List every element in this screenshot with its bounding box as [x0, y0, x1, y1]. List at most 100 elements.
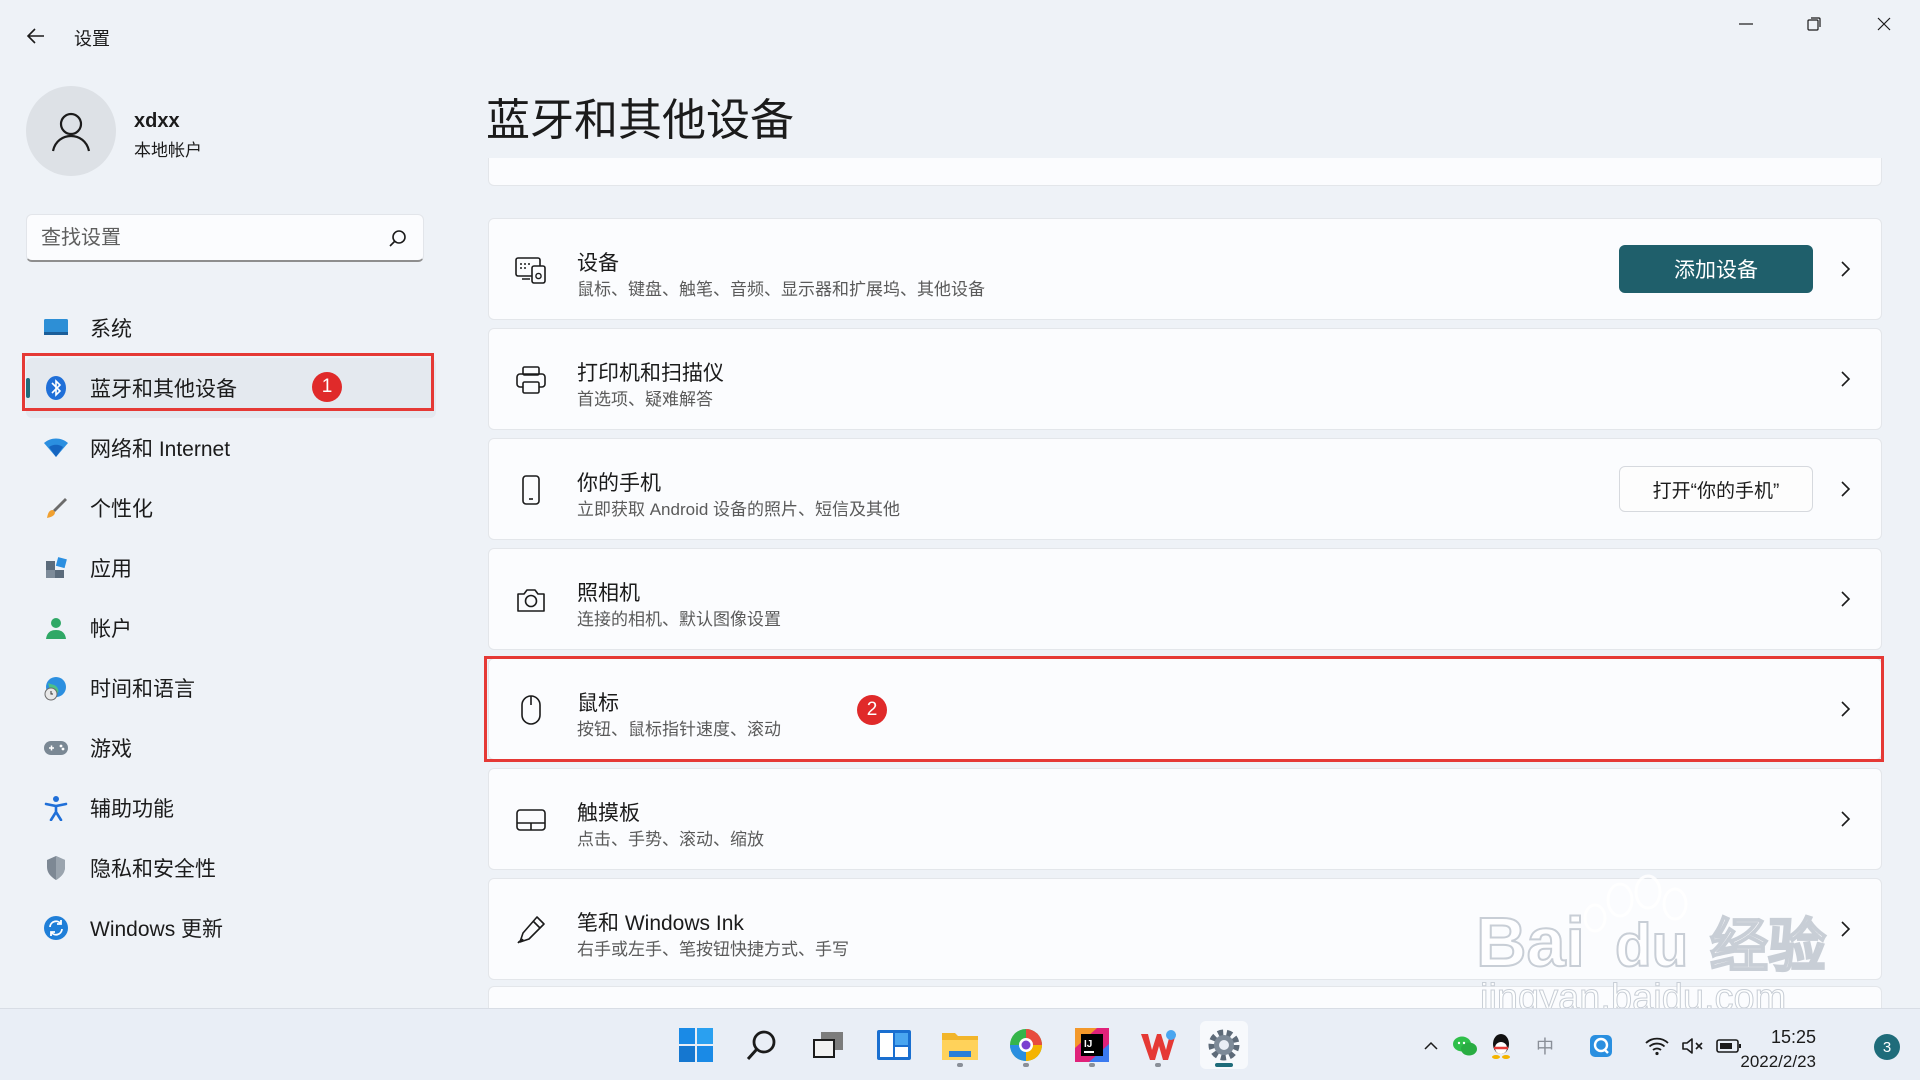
- intellij-icon: IJ: [1075, 1028, 1109, 1062]
- brush-icon: [42, 494, 70, 522]
- sidebar-item-privacy[interactable]: 隐私和安全性: [26, 838, 436, 898]
- search-icon: [746, 1030, 776, 1061]
- running-indicator: [1215, 1063, 1233, 1067]
- browser-button[interactable]: [1002, 1021, 1050, 1069]
- widgets-button[interactable]: [870, 1021, 918, 1069]
- settings-icon: [1208, 1029, 1240, 1061]
- wps-button[interactable]: [1134, 1021, 1182, 1069]
- taskbar: IJ 中 15:25 2022/2/23 3: [0, 1008, 1920, 1080]
- taskbar-search-button[interactable]: [738, 1021, 786, 1069]
- apps-icon: [42, 554, 70, 582]
- intellij-button[interactable]: IJ: [1068, 1021, 1116, 1069]
- card-title: 笔和 Windows Ink: [577, 912, 744, 935]
- wechat-icon: [1453, 1036, 1477, 1056]
- sidebar-item-apps[interactable]: 应用: [26, 538, 436, 598]
- sidebar-item-label: 辅助功能: [90, 798, 174, 821]
- sidebar-item-accounts[interactable]: 帐户: [26, 598, 436, 658]
- qq-browser-icon: [1590, 1035, 1612, 1057]
- card-devices[interactable]: 设备 鼠标、键盘、触笔、音频、显示器和扩展坞、其他设备 添加设备: [488, 218, 1882, 320]
- show-hidden-icons-button[interactable]: [1418, 1033, 1444, 1059]
- wechat-tray-button[interactable]: [1452, 1033, 1478, 1059]
- add-device-button[interactable]: 添加设备: [1619, 245, 1813, 293]
- settings-taskbar-button[interactable]: [1200, 1021, 1248, 1069]
- svg-text:IJ: IJ: [1084, 1039, 1092, 1050]
- restore-button[interactable]: [1784, 6, 1844, 42]
- restore-icon: [1807, 17, 1821, 31]
- battery-button[interactable]: [1716, 1033, 1742, 1059]
- running-indicator: [1089, 1063, 1095, 1067]
- close-button[interactable]: [1854, 6, 1914, 42]
- camera-icon: [513, 582, 549, 618]
- running-indicator: [957, 1063, 963, 1067]
- card-subtitle: 右手或左手、笔按钮快捷方式、手写: [577, 940, 849, 959]
- chevron-right-icon: [1841, 591, 1851, 607]
- task-view-icon: [813, 1032, 843, 1058]
- account-icon: [42, 614, 70, 642]
- search-input[interactable]: [41, 223, 381, 253]
- file-explorer-icon: [942, 1033, 978, 1060]
- file-explorer-button[interactable]: [936, 1021, 984, 1069]
- start-button[interactable]: [672, 1021, 720, 1069]
- user-icon: [51, 112, 91, 152]
- shield-icon: [42, 854, 70, 882]
- update-icon: [42, 914, 70, 942]
- sidebar-item-label: 应用: [90, 558, 132, 581]
- card-printers[interactable]: 打印机和扫描仪 首选项、疑难解答: [488, 328, 1882, 430]
- sidebar-item-label: 隐私和安全性: [90, 858, 216, 881]
- page-title: 蓝牙和其他设备: [486, 96, 794, 145]
- chevron-up-icon: [1424, 1041, 1438, 1050]
- network-status-button[interactable]: [1644, 1033, 1670, 1059]
- qq-icon: [1492, 1034, 1510, 1059]
- input-method-indicator[interactable]: 中: [1532, 1033, 1558, 1059]
- volume-button[interactable]: [1680, 1033, 1706, 1059]
- card-pen-windows-ink[interactable]: 笔和 Windows Ink 右手或左手、笔按钮快捷方式、手写: [488, 878, 1882, 980]
- clock-date[interactable]: 2022/2/23: [1740, 1052, 1816, 1072]
- card-your-phone[interactable]: 你的手机 立即获取 Android 设备的照片、短信及其他 打开“你的手机”: [488, 438, 1882, 540]
- qq-browser-tray-button[interactable]: [1588, 1033, 1614, 1059]
- sidebar-item-label: 游戏: [90, 738, 132, 761]
- annotation-badge-2: 2: [857, 695, 887, 725]
- card-title: 你的手机: [577, 472, 661, 495]
- sidebar-item-gaming[interactable]: 游戏: [26, 718, 436, 778]
- card-subtitle: 立即获取 Android 设备的照片、短信及其他: [577, 500, 901, 519]
- notification-count-badge[interactable]: 3: [1874, 1034, 1900, 1060]
- pen-icon: [513, 912, 549, 948]
- sidebar-item-network[interactable]: 网络和 Internet: [26, 418, 436, 478]
- card-subtitle: 点击、手势、滚动、缩放: [577, 830, 764, 849]
- clock-time[interactable]: 15:25: [1771, 1027, 1816, 1048]
- sidebar-item-personalization[interactable]: 个性化: [26, 478, 436, 538]
- settings-window: 设置 xdxx 本地帐户 系统 蓝牙和其他设备: [0, 0, 1920, 1016]
- sidebar-item-windows-update[interactable]: Windows 更新: [26, 898, 436, 958]
- chevron-right-icon: [1841, 261, 1851, 277]
- wifi-icon: [42, 434, 70, 462]
- card-subtitle: 首选项、疑难解答: [577, 390, 713, 409]
- card-subtitle: 鼠标、键盘、触笔、音频、显示器和扩展坞、其他设备: [577, 280, 985, 299]
- card-camera[interactable]: 照相机 连接的相机、默认图像设置: [488, 548, 1882, 650]
- back-button[interactable]: [20, 20, 52, 52]
- card-title: 触摸板: [577, 802, 640, 825]
- sidebar-item-system[interactable]: 系统: [26, 298, 436, 358]
- printer-icon: [513, 362, 549, 398]
- wps-icon: [1141, 1030, 1176, 1060]
- touchpad-icon: [513, 802, 549, 838]
- sidebar-item-accessibility[interactable]: 辅助功能: [26, 778, 436, 838]
- annotation-highlight-sidebar: [22, 353, 434, 411]
- chevron-right-icon: [1841, 371, 1851, 387]
- widgets-icon: [877, 1030, 911, 1060]
- open-your-phone-button[interactable]: 打开“你的手机”: [1619, 466, 1813, 512]
- card-touchpad[interactable]: 触摸板 点击、手势、滚动、缩放: [488, 768, 1882, 870]
- sidebar-item-label: 时间和语言: [90, 678, 195, 701]
- qq-tray-button[interactable]: [1488, 1033, 1514, 1059]
- minimize-button[interactable]: [1716, 6, 1776, 42]
- card-title: 照相机: [577, 582, 640, 605]
- user-profile[interactable]: xdxx 本地帐户: [26, 86, 446, 178]
- back-arrow-icon: [26, 28, 44, 44]
- search-icon[interactable]: [387, 228, 409, 250]
- app-title: 设置: [74, 29, 110, 49]
- accessibility-icon: [42, 794, 70, 822]
- task-view-button[interactable]: [804, 1021, 852, 1069]
- system-icon: [42, 314, 70, 342]
- sidebar-item-time-language[interactable]: 时间和语言: [26, 658, 436, 718]
- settings-search[interactable]: [26, 214, 424, 262]
- card-title: 设备: [577, 252, 619, 275]
